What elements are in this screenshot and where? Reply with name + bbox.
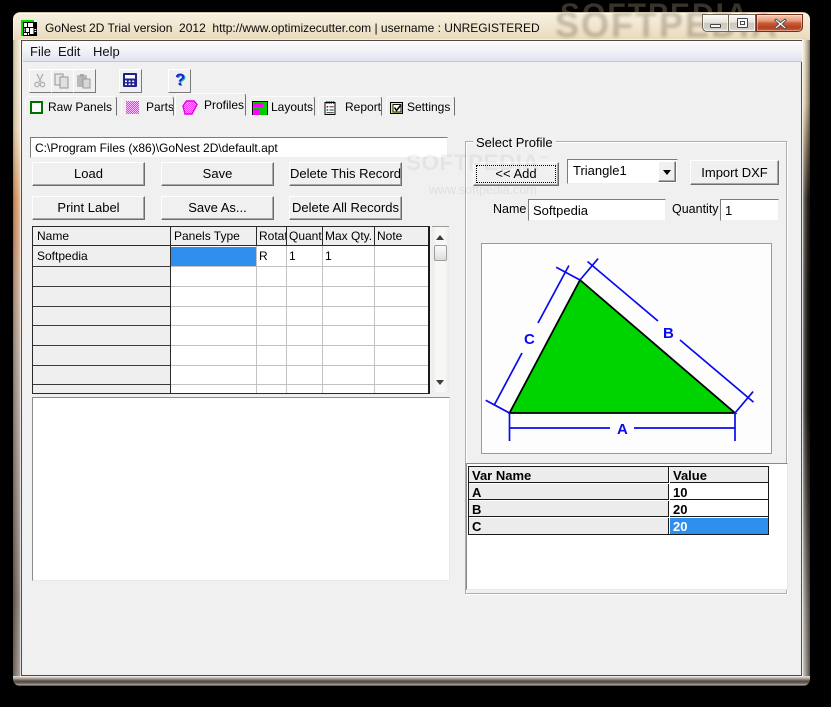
svg-text:C: C: [524, 331, 535, 348]
svg-text:A: A: [617, 421, 628, 438]
svg-text:B: B: [663, 325, 674, 342]
